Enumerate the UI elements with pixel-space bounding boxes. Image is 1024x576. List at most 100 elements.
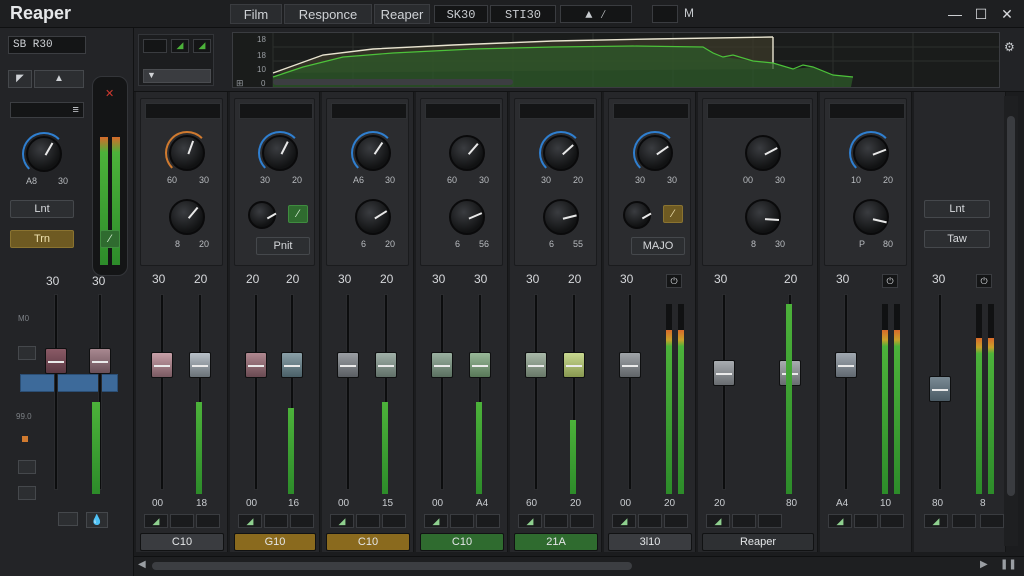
channel-name-box[interactable]	[829, 103, 905, 119]
pan-knob[interactable]	[449, 135, 485, 171]
mute-button[interactable]: ◢	[518, 514, 542, 528]
left-arrow-button[interactable]: ◤	[8, 70, 32, 88]
channel-name[interactable]: C10	[326, 533, 410, 551]
pan-knob[interactable]	[637, 135, 673, 171]
pan-knob[interactable]	[853, 135, 889, 171]
fx-toggle-button[interactable]: ⁄	[288, 205, 308, 223]
arm-button[interactable]	[664, 514, 688, 528]
arm-button[interactable]	[758, 514, 782, 528]
left-trn-button[interactable]: Trn	[10, 230, 74, 248]
channel-name[interactable]: G10	[234, 533, 316, 551]
up-button[interactable]: ▲	[34, 70, 84, 88]
scroll-left-icon[interactable]: ◀	[138, 559, 146, 570]
arm-button[interactable]	[476, 514, 500, 528]
right-peak-button[interactable]: ⏻	[976, 274, 992, 288]
pan-knob[interactable]	[355, 135, 391, 171]
channel-name-box[interactable]	[239, 103, 313, 119]
record-box[interactable]	[652, 5, 678, 23]
tab-responce[interactable]: Responce	[284, 4, 372, 24]
bottom-scrollbar[interactable]: ◀ ▶ ❚❚	[134, 556, 1024, 576]
solo-button[interactable]	[732, 514, 756, 528]
solo-button[interactable]	[450, 514, 474, 528]
channel-name-box[interactable]	[519, 103, 595, 119]
channel-name[interactable]: Reaper	[702, 533, 814, 551]
right-mini-button-3[interactable]	[980, 514, 1004, 528]
mute-button[interactable]: ◢	[828, 514, 852, 528]
volume-fader[interactable]	[337, 352, 359, 378]
left-lnt-button[interactable]: Lnt	[10, 200, 74, 218]
channel-name[interactable]: C10	[420, 533, 504, 551]
volume-fader[interactable]	[375, 352, 397, 378]
pause-icon[interactable]: ❚❚	[1000, 559, 1017, 570]
channel-name-box[interactable]	[331, 103, 407, 119]
left-bottom-button[interactable]: 💧	[86, 512, 108, 528]
master-green-button[interactable]: ⁄	[100, 230, 120, 248]
volume-fader[interactable]	[431, 352, 453, 378]
solo-button[interactable]	[638, 514, 662, 528]
channel-name[interactable]: 3l10	[608, 533, 692, 551]
volume-fader[interactable]	[525, 352, 547, 378]
close-icon[interactable]: ✕	[996, 4, 1018, 24]
gain-knob[interactable]	[745, 199, 781, 235]
pan-knob[interactable]	[543, 135, 579, 171]
left-bottom-small-button[interactable]	[58, 512, 78, 526]
peak-button[interactable]: ⏻	[666, 274, 682, 288]
transport-box[interactable]: ▲ ∕	[560, 5, 632, 23]
horizontal-scroll-thumb[interactable]	[152, 562, 632, 570]
right-mini-button-1[interactable]: ◢	[924, 514, 948, 528]
right-mini-button-2[interactable]	[952, 514, 976, 528]
gain-knob[interactable]	[853, 199, 889, 235]
mute-button[interactable]: ◢	[424, 514, 448, 528]
left-name-box[interactable]: ≡	[10, 102, 84, 118]
arm-button[interactable]	[880, 514, 904, 528]
mute-button[interactable]: ◢	[330, 514, 354, 528]
volume-fader[interactable]	[713, 360, 735, 386]
left-small-button-1[interactable]	[18, 346, 36, 360]
pan-knob[interactable]	[262, 135, 298, 171]
left-fader-2[interactable]	[89, 348, 111, 374]
arm-button[interactable]	[290, 514, 314, 528]
pan-knob[interactable]	[745, 135, 781, 171]
left-small-button-2[interactable]	[18, 460, 36, 474]
volume-fader[interactable]	[469, 352, 491, 378]
maximize-icon[interactable]: ☐	[970, 4, 992, 24]
scroll-right-icon[interactable]: ▶	[980, 559, 988, 570]
arm-button[interactable]	[196, 514, 220, 528]
fx-label-button[interactable]: MAJO	[631, 237, 685, 255]
gain-knob[interactable]	[169, 199, 205, 235]
wave-settings-icon[interactable]: ⚙	[1004, 40, 1015, 54]
waveform-overview[interactable]: 18 18 10 0	[232, 32, 1000, 88]
pan-knob[interactable]	[169, 135, 205, 171]
mute-button[interactable]: ◢	[144, 514, 168, 528]
channel-name[interactable]: C10	[140, 533, 224, 551]
arm-button[interactable]	[570, 514, 594, 528]
volume-fader[interactable]	[619, 352, 641, 378]
volume-fader[interactable]	[281, 352, 303, 378]
mini-green-1[interactable]: ◢	[171, 39, 189, 53]
vertical-scrollbar[interactable]	[1004, 96, 1018, 546]
solo-button[interactable]	[356, 514, 380, 528]
vertical-scroll-thumb[interactable]	[1007, 116, 1015, 496]
left-blue-bar[interactable]	[20, 374, 118, 392]
mini-dropdown[interactable]: ▼	[143, 69, 211, 83]
mute-button[interactable]: ◢	[706, 514, 730, 528]
menu-m[interactable]: M	[684, 6, 694, 20]
volume-fader[interactable]	[835, 352, 857, 378]
left-knob[interactable]	[26, 136, 62, 172]
volume-fader[interactable]	[563, 352, 585, 378]
solo-button[interactable]	[854, 514, 878, 528]
mute-button[interactable]: ◢	[238, 514, 262, 528]
peak-button[interactable]: ⏻	[882, 274, 898, 288]
solo-button[interactable]	[264, 514, 288, 528]
channel-name[interactable]: 21A	[514, 533, 598, 551]
small-knob[interactable]	[623, 201, 652, 229]
channel-name-box[interactable]	[425, 103, 501, 119]
volume-fader[interactable]	[151, 352, 173, 378]
solo-button[interactable]	[170, 514, 194, 528]
right-fader[interactable]	[929, 376, 951, 402]
channel-name-box[interactable]	[145, 103, 221, 119]
solo-button[interactable]	[544, 514, 568, 528]
clip-icon[interactable]: ✕	[105, 87, 114, 100]
channel-name-box[interactable]	[707, 103, 811, 119]
arm-button[interactable]	[382, 514, 406, 528]
